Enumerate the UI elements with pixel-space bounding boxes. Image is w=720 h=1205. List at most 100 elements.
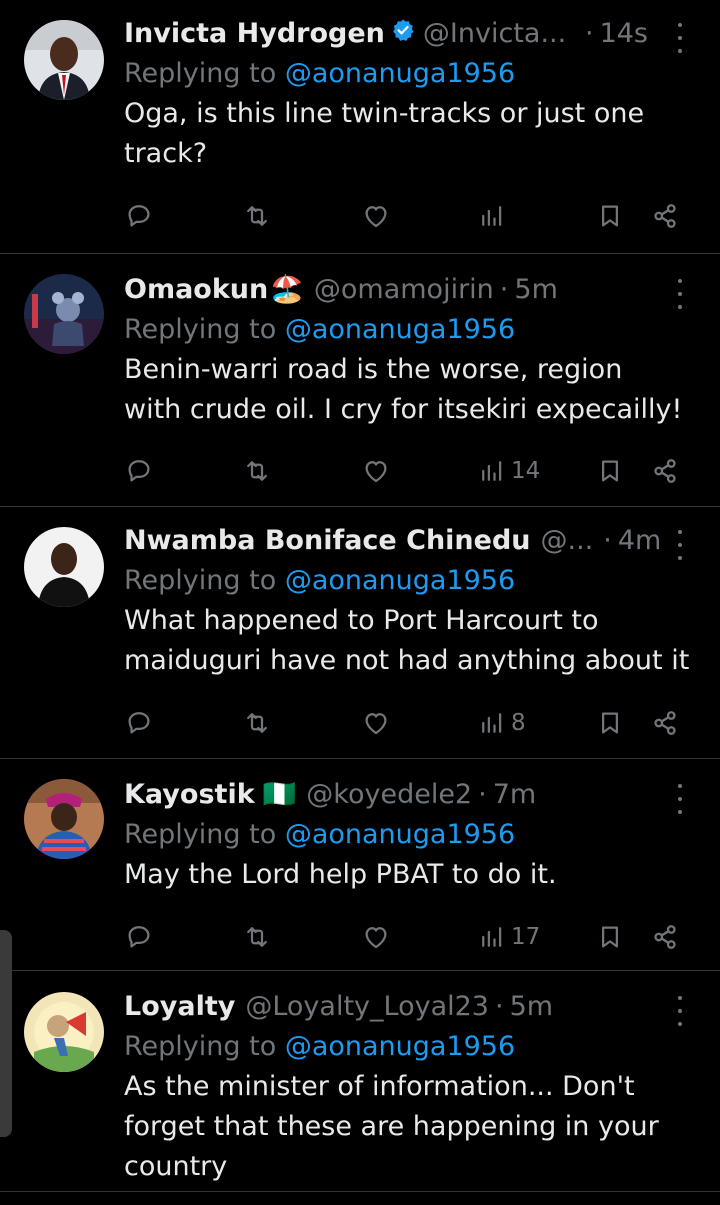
tweet[interactable]: Kayostik 🇳🇬 @koyedele2 · 7m Replying to …: [0, 759, 720, 971]
mention-link[interactable]: @aonanuga1956: [285, 314, 515, 345]
bookmark-button[interactable]: [595, 917, 625, 957]
bookmark-button[interactable]: [595, 196, 625, 236]
like-button[interactable]: [361, 451, 391, 491]
mention-link[interactable]: @aonanuga1956: [285, 819, 515, 850]
share-button[interactable]: [650, 703, 680, 743]
more-icon[interactable]: [670, 279, 690, 309]
heart-icon: [365, 713, 387, 735]
author-handle[interactable]: @koyedele2: [306, 775, 472, 815]
verified-badge-icon: [391, 14, 415, 54]
author-name[interactable]: Invicta Hydrogen: [124, 14, 385, 54]
author-name[interactable]: Loyalty: [124, 987, 235, 1027]
like-button[interactable]: [361, 703, 391, 743]
scroll-handle[interactable]: [0, 930, 12, 1137]
reply-icon: [128, 926, 150, 948]
like-button[interactable]: [361, 917, 391, 957]
reply-button[interactable]: [124, 451, 154, 491]
reply-button[interactable]: [124, 703, 154, 743]
separator-dot: ·: [499, 274, 509, 305]
tweet-header: Loyalty @Loyalty_Loyal23 · 5m: [124, 987, 692, 1027]
avatar[interactable]: [24, 20, 104, 100]
author-handle[interactable]: @...: [541, 521, 594, 561]
replying-to: Replying to @aonanuga1956: [124, 815, 692, 855]
tweet-text: May the Lord help PBAT to do it.: [124, 859, 557, 890]
tweet-header: Omaokun 🏖️ @omamojirin · 5m: [124, 270, 692, 310]
replying-prefix: Replying to: [124, 1031, 285, 1062]
tweet-header: Invicta Hydrogen @Invicta... · 14s: [124, 14, 692, 54]
more-icon[interactable]: [670, 784, 690, 814]
retweet-icon: [247, 927, 267, 947]
views-count: 17: [511, 924, 541, 950]
reply-button[interactable]: [124, 917, 154, 957]
avatar[interactable]: [24, 992, 104, 1072]
bookmark-icon: [602, 460, 618, 482]
views-count: 14: [511, 458, 541, 484]
views-icon: [482, 206, 502, 226]
views-button[interactable]: 8: [477, 703, 526, 743]
timestamp[interactable]: 7m: [493, 775, 536, 815]
reply-icon: [128, 712, 150, 734]
mention-link[interactable]: @aonanuga1956: [285, 565, 515, 596]
retweet-icon: [247, 206, 267, 226]
author-emoji: 🏖️: [270, 274, 304, 305]
action-bar: [124, 196, 684, 236]
more-icon[interactable]: [670, 996, 690, 1026]
author-name[interactable]: Nwamba Boniface Chinedu: [124, 521, 531, 561]
replying-prefix: Replying to: [124, 314, 285, 345]
avatar[interactable]: [24, 274, 104, 354]
bookmark-button[interactable]: [595, 451, 625, 491]
like-button[interactable]: [361, 196, 391, 236]
avatar[interactable]: [24, 779, 104, 859]
retweet-button[interactable]: [242, 703, 272, 743]
separator-dot: ·: [478, 779, 487, 810]
tweet[interactable]: Nwamba Boniface Chinedu @... · 4m Replyi…: [0, 507, 720, 759]
author-handle[interactable]: @Loyalty_Loyal23: [245, 987, 489, 1027]
author-handle[interactable]: @omamojirin: [314, 270, 494, 310]
heart-icon: [365, 927, 387, 949]
bookmark-icon: [602, 712, 618, 734]
heart-icon: [365, 206, 387, 228]
replying-prefix: Replying to: [124, 58, 285, 89]
more-icon[interactable]: [670, 530, 690, 560]
share-icon: [654, 204, 676, 228]
tweet-text: Benin-warri road is the worse, region wi…: [124, 354, 683, 425]
tweet[interactable]: Omaokun 🏖️ @omamojirin · 5m Replying to …: [0, 254, 720, 507]
views-button[interactable]: [477, 196, 511, 236]
tweet[interactable]: Invicta Hydrogen @Invicta... · 14s Reply…: [0, 0, 720, 254]
share-button[interactable]: [650, 917, 680, 957]
bookmark-icon: [602, 926, 618, 948]
avatar[interactable]: [24, 527, 104, 607]
tweet-text: What happened to Port Harcourt to maidug…: [124, 605, 690, 676]
share-button[interactable]: [650, 196, 680, 236]
more-icon[interactable]: [670, 23, 690, 53]
retweet-button[interactable]: [242, 917, 272, 957]
share-icon: [654, 711, 676, 735]
bookmark-button[interactable]: [595, 703, 625, 743]
mention-link[interactable]: @aonanuga1956: [285, 58, 515, 89]
retweet-button[interactable]: [242, 196, 272, 236]
timestamp[interactable]: 4m: [618, 521, 661, 561]
action-bar: 14: [124, 451, 684, 491]
author-name[interactable]: Omaokun: [124, 270, 268, 310]
mention-link[interactable]: @aonanuga1956: [285, 1031, 515, 1062]
views-button[interactable]: 14: [477, 451, 540, 491]
timestamp[interactable]: 14s: [600, 14, 648, 54]
tweet[interactable]: Loyalty @Loyalty_Loyal23 · 5m Replying t…: [0, 971, 720, 1205]
reply-icon: [128, 205, 150, 227]
replying-to: Replying to @aonanuga1956: [124, 310, 692, 350]
views-icon: [482, 927, 502, 947]
retweet-button[interactable]: [242, 451, 272, 491]
timestamp[interactable]: 5m: [514, 270, 557, 310]
replying-to: Replying to @aonanuga1956: [124, 54, 692, 94]
timestamp[interactable]: 5m: [510, 987, 553, 1027]
views-button[interactable]: 17: [477, 917, 540, 957]
tweet-header: Kayostik 🇳🇬 @koyedele2 · 7m: [124, 775, 692, 815]
author-name[interactable]: Kayostik: [124, 775, 255, 815]
views-icon: [482, 713, 502, 733]
bookmark-icon: [602, 205, 618, 227]
author-emoji: 🇳🇬: [262, 779, 297, 810]
share-button[interactable]: [650, 451, 680, 491]
reply-button[interactable]: [124, 196, 154, 236]
author-handle[interactable]: @Invicta...: [423, 14, 566, 54]
separator-dot: ·: [495, 991, 504, 1022]
